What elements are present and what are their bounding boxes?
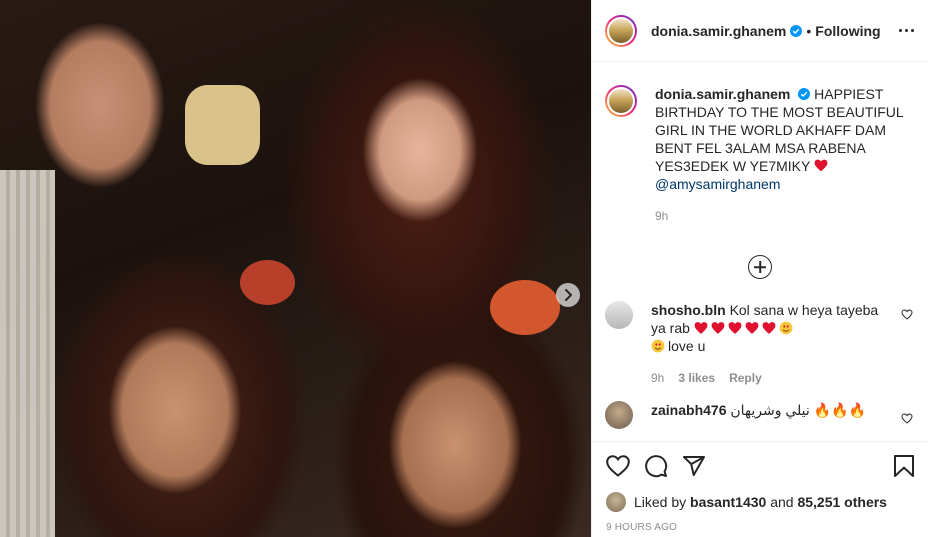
likes-summary: Liked by basant1430 and 85,251 others bbox=[606, 492, 915, 512]
bookmark-icon[interactable] bbox=[893, 454, 915, 478]
comment-age: 9h bbox=[651, 371, 665, 385]
comment-icon[interactable] bbox=[644, 454, 668, 478]
heart-emoji-row bbox=[694, 320, 796, 336]
heart-outline-icon[interactable] bbox=[901, 309, 913, 320]
comment-username[interactable]: zainabh476 bbox=[651, 402, 726, 418]
comment-text-2: love u bbox=[668, 338, 706, 354]
separator-dot: • bbox=[806, 22, 812, 39]
load-more-comments[interactable] bbox=[605, 255, 915, 279]
comment-text: نيلي وشريهان bbox=[730, 402, 810, 418]
share-icon[interactable] bbox=[682, 454, 706, 478]
heart-outline-icon[interactable] bbox=[901, 413, 913, 424]
liked-by-user[interactable]: basant1430 bbox=[690, 494, 766, 510]
reply-button[interactable]: Reply bbox=[729, 369, 762, 387]
post-actions: Liked by basant1430 and 85,251 others 9 … bbox=[592, 441, 928, 533]
post-header: donia.samir.ghanem • Following bbox=[592, 0, 928, 62]
heart-eyes-emoji-icon bbox=[779, 321, 793, 335]
post-side-panel: donia.samir.ghanem • Following donia.sam… bbox=[591, 0, 928, 537]
caption-row: donia.samir.ghanem HAPPIEST BIRTHDAY TO … bbox=[605, 85, 915, 225]
comment-username[interactable]: shosho.bln bbox=[651, 302, 726, 318]
heart-outline-icon[interactable] bbox=[606, 455, 630, 477]
caption-username[interactable]: donia.samir.ghanem bbox=[655, 86, 790, 102]
carousel-next-button[interactable] bbox=[556, 283, 580, 307]
photo-floral-fabric bbox=[185, 85, 260, 165]
author-avatar[interactable] bbox=[605, 85, 637, 117]
liked-by-prefix: Liked by bbox=[634, 494, 687, 510]
chevron-right-icon bbox=[565, 289, 572, 301]
commenter-avatar[interactable] bbox=[605, 401, 633, 429]
add-circle-icon[interactable] bbox=[748, 255, 772, 279]
more-options-icon[interactable] bbox=[899, 29, 914, 32]
post-photo[interactable] bbox=[0, 0, 591, 537]
comment-likes-count[interactable]: 3 likes bbox=[678, 369, 715, 387]
liked-by-others[interactable]: 85,251 others bbox=[797, 494, 887, 510]
caption-mention-link[interactable]: @amysamirghanem bbox=[655, 176, 780, 192]
verified-badge-icon bbox=[790, 24, 803, 37]
heart-eyes-emoji-icon bbox=[651, 339, 665, 353]
author-username[interactable]: donia.samir.ghanem bbox=[651, 23, 786, 39]
red-heart-emoji-icon bbox=[814, 159, 828, 172]
comment-item: zainabh476 نيلي وشريهان 🔥🔥🔥 bbox=[605, 401, 915, 429]
author-avatar[interactable] bbox=[605, 14, 637, 47]
photo-flower-hairpiece bbox=[240, 260, 295, 305]
liked-by-and: and bbox=[770, 494, 794, 510]
photo-shirt-detail bbox=[0, 170, 55, 537]
caption-age: 9h bbox=[655, 209, 669, 223]
comments-list[interactable]: donia.samir.ghanem HAPPIEST BIRTHDAY TO … bbox=[592, 63, 928, 440]
post-timestamp[interactable]: 9 hours ago bbox=[606, 522, 915, 533]
verified-badge-icon bbox=[798, 88, 811, 100]
commenter-avatar[interactable] bbox=[605, 301, 633, 329]
following-button[interactable]: Following bbox=[815, 23, 880, 39]
liker-avatar[interactable] bbox=[606, 492, 626, 512]
fire-emoji-row: 🔥🔥🔥 bbox=[813, 402, 866, 418]
photo-flower-hairpiece bbox=[490, 280, 560, 335]
comment-item: shosho.bln Kol sana w heya tayeba ya rab… bbox=[605, 301, 915, 387]
